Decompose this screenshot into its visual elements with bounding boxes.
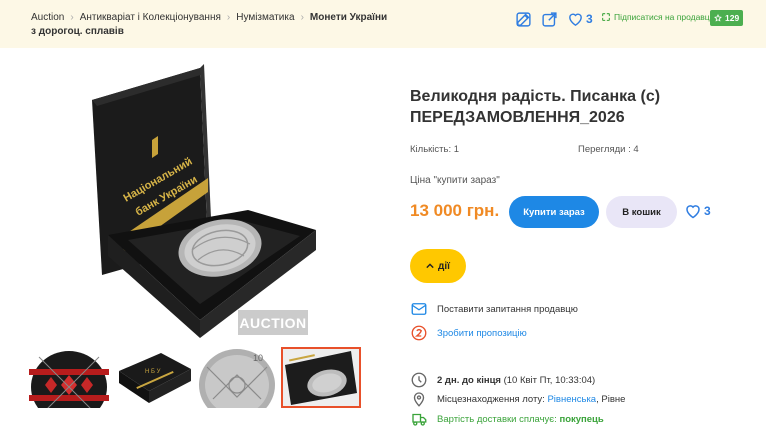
offer-icon: [410, 324, 428, 342]
watermark-text: AUCTION: [239, 314, 307, 331]
shipping-label: Вартість доставки сплачує:: [437, 413, 557, 425]
mail-icon: [410, 300, 428, 318]
top-actions: 3: [514, 10, 593, 28]
location-icon: [410, 390, 428, 408]
shipping-row: Вартість доставки сплачує: покупець: [410, 410, 604, 428]
edit-icon[interactable]: [514, 10, 532, 28]
actions-label: дії: [438, 260, 450, 272]
breadcrumb-separator: ›: [70, 12, 74, 23]
add-to-cart-button[interactable]: В кошик: [606, 196, 677, 228]
heart-icon: [684, 202, 702, 220]
shipping-payer: покупець: [559, 413, 604, 425]
price-caption: Ціна "купити зараз": [410, 175, 500, 186]
favorites-count: 3: [586, 12, 593, 26]
auction-watermark: AUCTION: [238, 310, 308, 335]
thumbnail-2[interactable]: Н Б У: [113, 347, 193, 408]
breadcrumb: Auction › Антикваріат і Колекціонування › Ну…: [31, 11, 391, 39]
thumbnail-strip: Н Б У 10: [29, 347, 361, 408]
location-row: Місцезнаходження лоту: Рівненська, Рівне: [410, 390, 625, 408]
top-bar: Auction › Антикваріат і Колекціонування › Ну…: [0, 0, 766, 48]
chevron-up-icon: [426, 263, 434, 269]
product-main-image[interactable]: Національний банк України: [80, 60, 320, 340]
make-offer-label: Зробити пропозицію: [437, 327, 527, 339]
product-title: Великодня радість. Писанка (с) ПЕРЕДЗАМО…: [410, 88, 661, 126]
location-city: Рівне: [601, 393, 626, 405]
views-text: Перегляди : 4: [578, 144, 639, 155]
subscribe-link[interactable]: Підписатися на продавця: [601, 12, 714, 22]
svg-text:Н Б У: Н Б У: [145, 369, 161, 375]
time-left-row: 2 дн. до кінця (10 Квіт Пт, 10:33:04): [410, 371, 595, 389]
location-label: Місцезнаходження лоту:: [437, 393, 545, 405]
product-price: 13 000 грн.: [410, 201, 500, 220]
thumbnail-4-active[interactable]: [281, 347, 361, 408]
thumbnail-1[interactable]: [29, 347, 109, 408]
delivery-icon: [410, 410, 428, 428]
breadcrumb-separator: ›: [300, 12, 304, 23]
location-region-link[interactable]: Рівненська: [547, 394, 596, 405]
breadcrumb-item-auction[interactable]: Auction: [31, 12, 64, 23]
subscribe-label: Підписатися на продавця: [614, 12, 715, 22]
share-icon[interactable]: [540, 10, 558, 28]
make-offer-link[interactable]: Зробити пропозицію: [410, 324, 527, 342]
actions-button[interactable]: дії: [410, 249, 466, 283]
thumbnail-3[interactable]: 10: [197, 347, 277, 408]
star-icon: [714, 14, 722, 22]
end-date: (10 Квіт Пт, 10:33:04): [503, 374, 596, 386]
ask-seller-link[interactable]: Поставити запитання продавцю: [410, 300, 578, 318]
favorite-button[interactable]: 3: [684, 202, 711, 220]
ask-seller-label: Поставити запитання продавцю: [437, 303, 578, 315]
subscribe-icon: [602, 13, 610, 21]
buy-now-button[interactable]: Купити зараз: [509, 196, 599, 228]
heart-icon[interactable]: [566, 10, 584, 28]
favorite-count: 3: [704, 204, 711, 218]
breadcrumb-item-antiques[interactable]: Антикваріат і Колекціонування: [80, 12, 221, 23]
breadcrumb-separator: ›: [226, 12, 231, 23]
svg-text:10: 10: [253, 353, 263, 363]
rating-value: 129: [725, 13, 740, 23]
breadcrumb-item-numismatics[interactable]: Нумізматика: [236, 12, 294, 23]
clock-icon: [410, 371, 428, 389]
quantity-text: Кількість: 1: [410, 144, 460, 155]
time-left: 2 дн. до кінця: [437, 374, 501, 386]
seller-rating-badge[interactable]: 129: [710, 10, 744, 26]
